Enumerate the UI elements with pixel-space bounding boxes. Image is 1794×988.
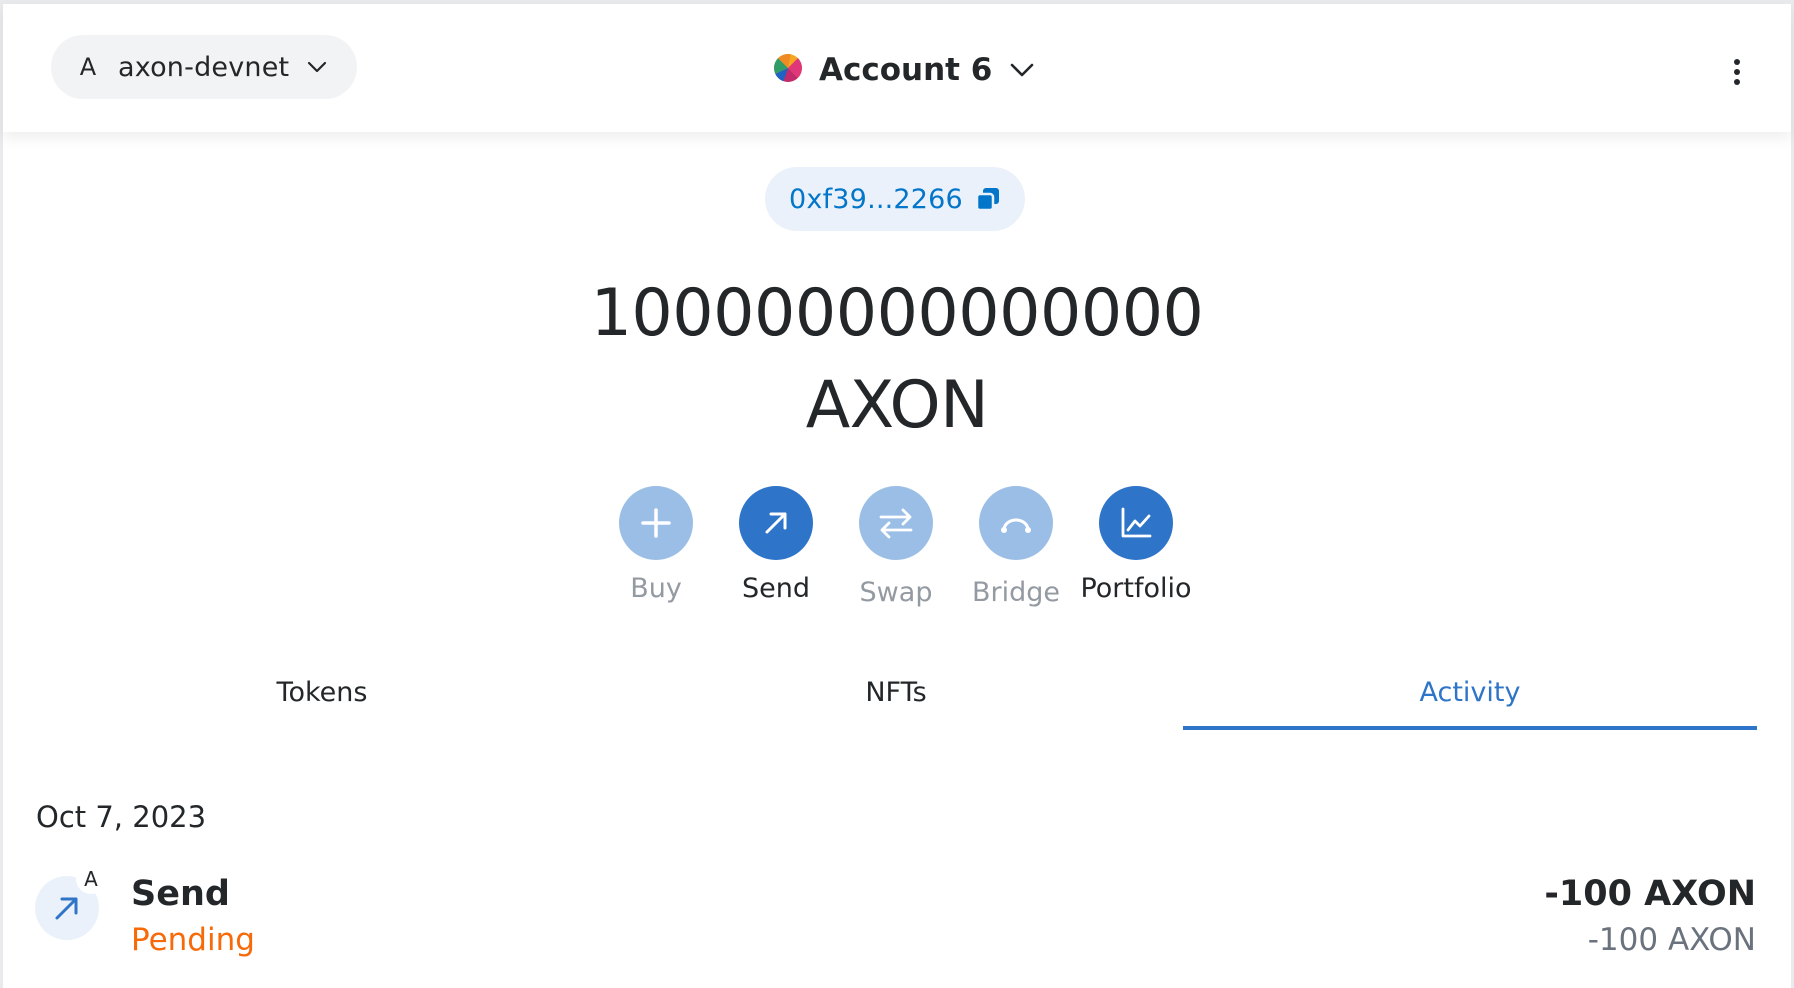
account-name: Account 6 [819, 52, 993, 88]
swap-arrows-icon [859, 486, 933, 560]
buy-button[interactable]: Buy [596, 486, 716, 604]
plus-icon [619, 486, 693, 560]
chevron-down-icon [1010, 63, 1034, 77]
bridge-label: Bridge [971, 577, 1060, 608]
portfolio-button[interactable]: Portfolio [1076, 486, 1196, 604]
arrow-up-right-icon [739, 486, 813, 560]
address-copy-button[interactable]: 0xf39...2266 [765, 167, 1025, 231]
balance-symbol: AXON [805, 368, 989, 443]
send-label: Send [741, 573, 810, 604]
tx-title: Send [131, 874, 230, 914]
network-avatar: A [79, 53, 97, 81]
app-header: A axon-devnet Account 6 [3, 4, 1791, 132]
chart-icon [1099, 486, 1173, 560]
tab-activity[interactable]: Activity [1183, 660, 1757, 732]
copy-icon [975, 186, 1001, 212]
send-button[interactable]: Send [716, 486, 836, 604]
account-balance: 100000000000000 AXON [0, 268, 1794, 452]
activity-list-item[interactable]: A Send Pending -100 AXON -100 AXON [0, 860, 1794, 988]
bridge-button[interactable]: Bridge [956, 486, 1076, 608]
tab-tokens[interactable]: Tokens [35, 660, 609, 732]
account-avatar-icon [773, 53, 803, 87]
account-picker[interactable]: Account 6 [773, 48, 1034, 92]
asset-tabs: Tokens NFTs Activity [35, 660, 1757, 732]
buy-label: Buy [630, 573, 682, 604]
bridge-icon [979, 486, 1053, 560]
activity-date-heading: Oct 7, 2023 [36, 800, 207, 834]
more-options-icon[interactable] [1719, 52, 1755, 92]
tab-nfts[interactable]: NFTs [609, 660, 1183, 732]
chevron-down-icon [307, 61, 327, 73]
network-badge: A [76, 864, 106, 894]
balance-amount: 100000000000000 [590, 276, 1204, 351]
wallet-actions: Buy Send Swap Bridge Portfolio [0, 486, 1794, 616]
tx-secondary-amount: -100 AXON [1587, 922, 1756, 958]
account-address: 0xf39...2266 [789, 183, 963, 215]
network-picker[interactable]: A axon-devnet [51, 35, 357, 99]
network-label: axon-devnet [118, 51, 290, 83]
tx-amount: -100 AXON [1544, 874, 1756, 914]
swap-label: Swap [859, 577, 933, 608]
tx-status: Pending [131, 922, 255, 958]
swap-button[interactable]: Swap [836, 486, 956, 608]
portfolio-label: Portfolio [1080, 573, 1192, 604]
